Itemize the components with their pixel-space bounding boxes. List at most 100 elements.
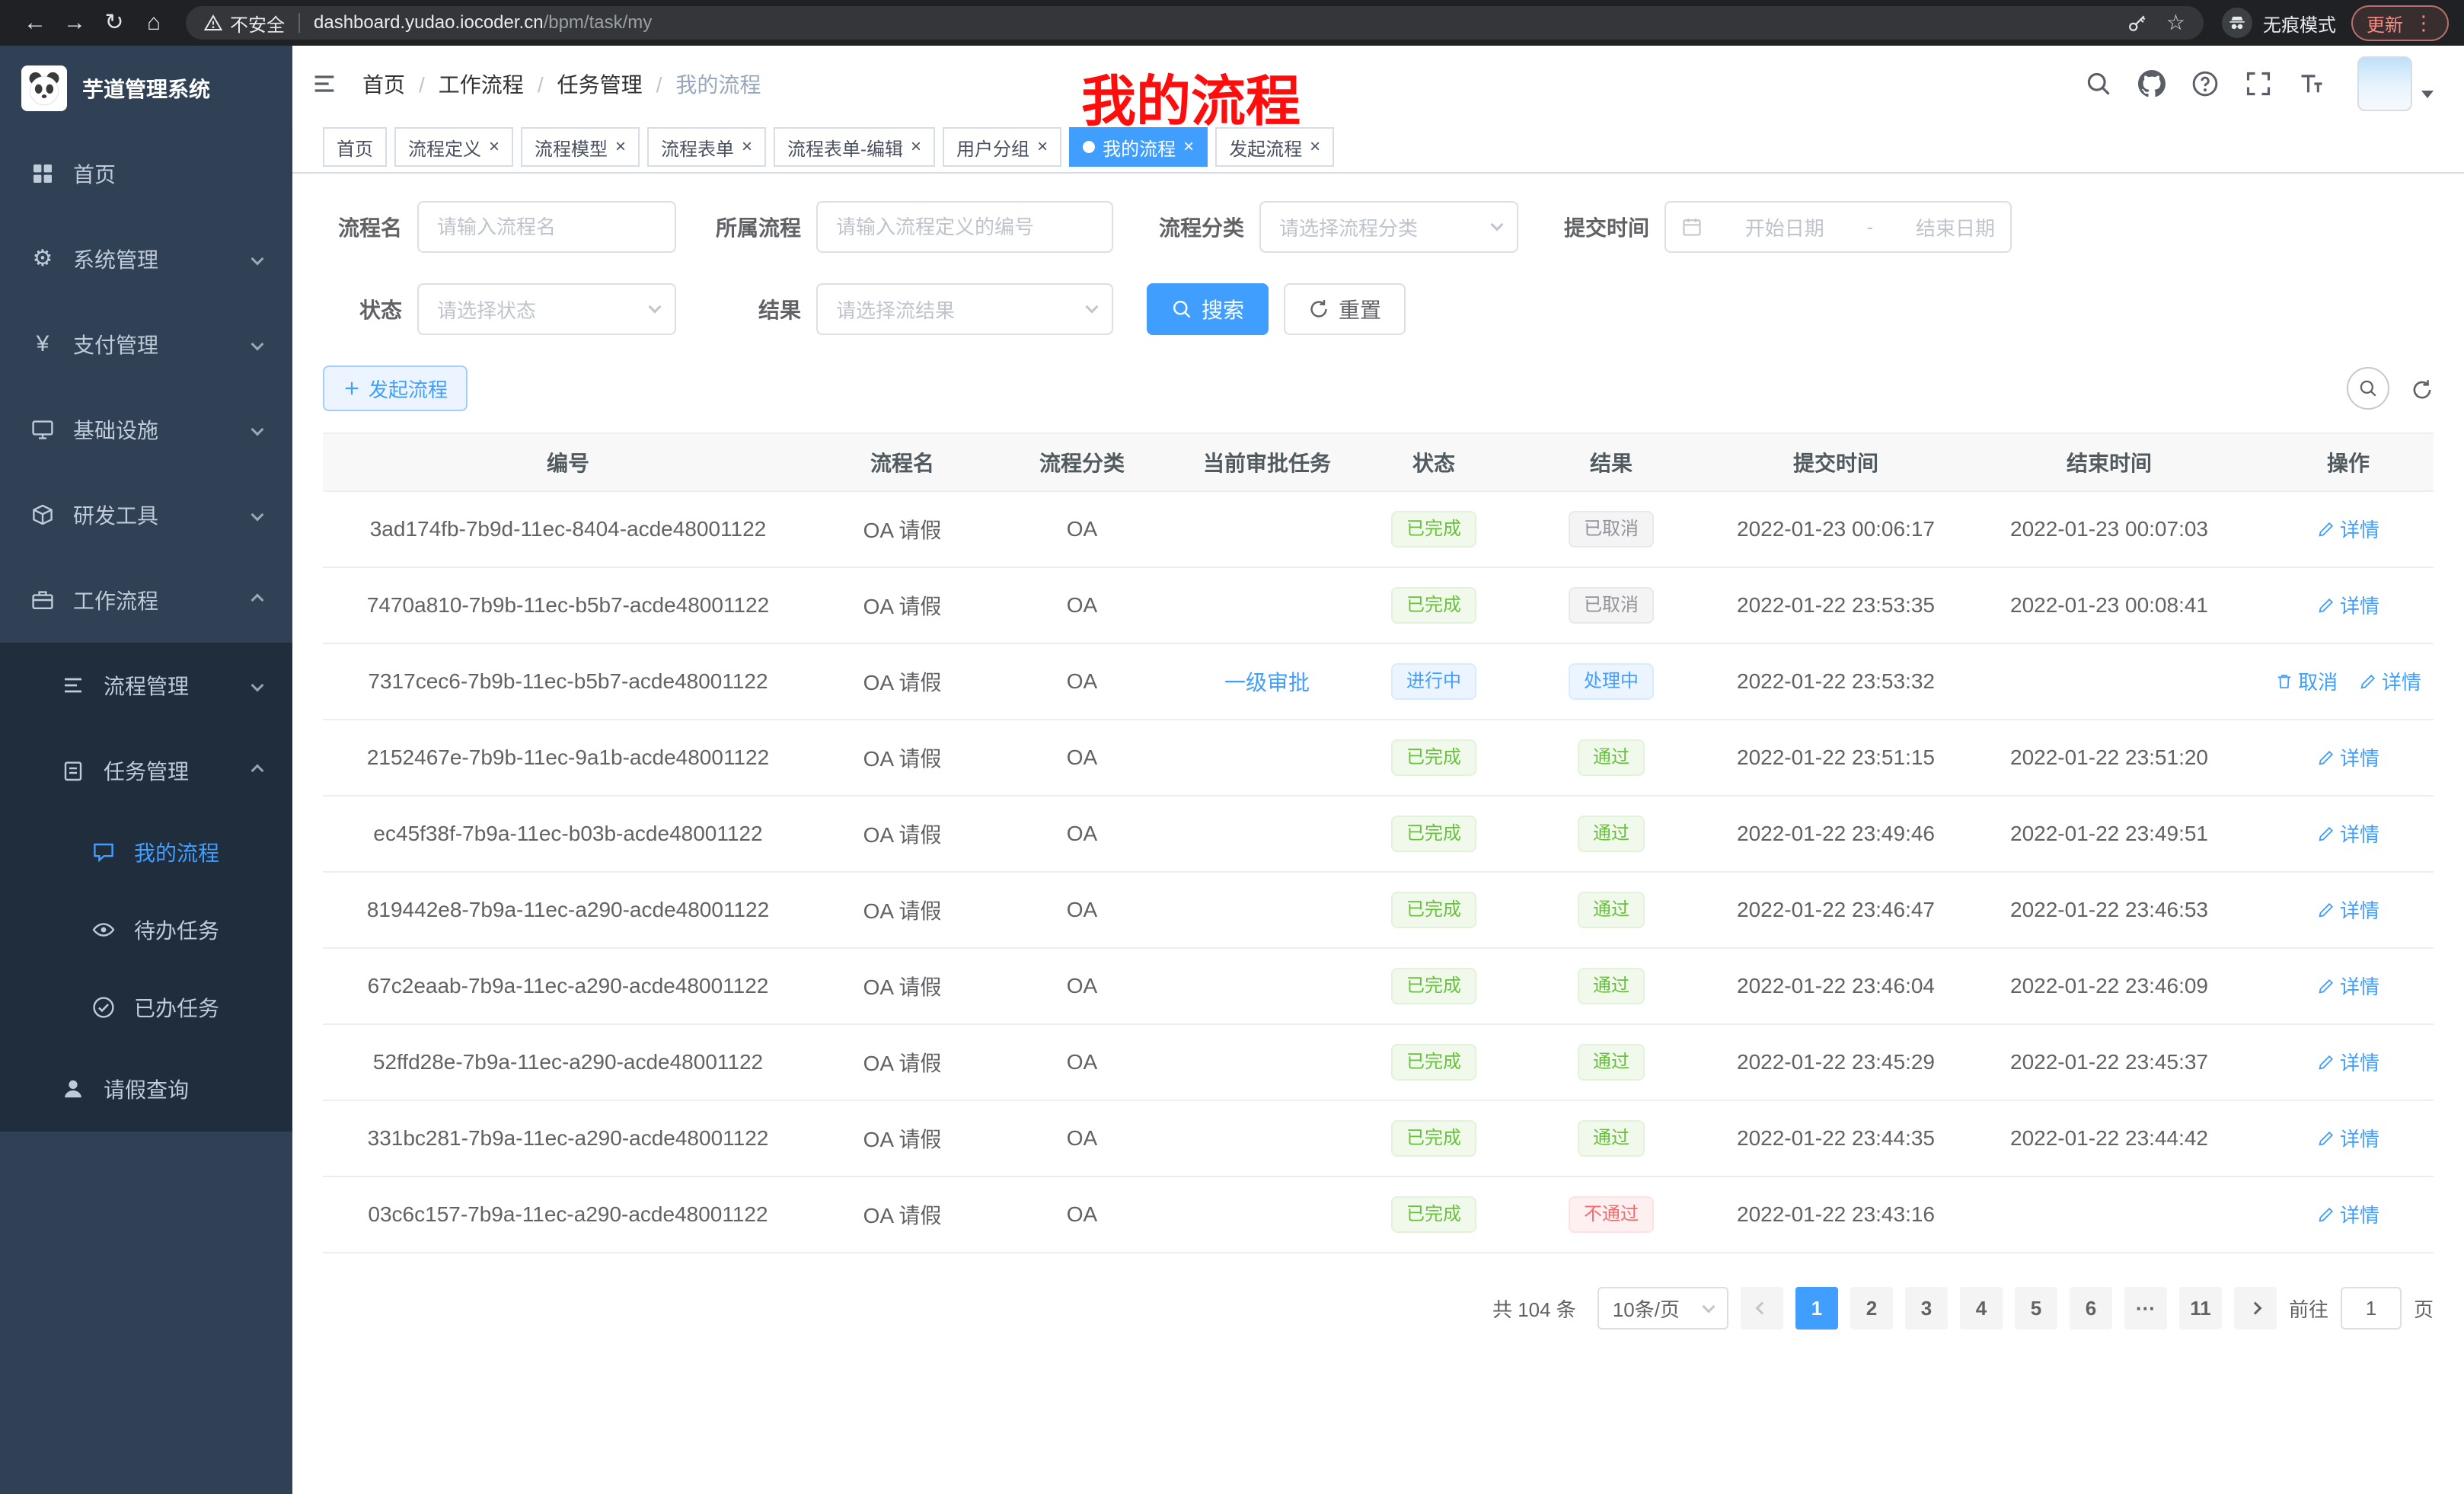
reset-button[interactable]: 重置 xyxy=(1284,283,1406,335)
detail-link[interactable]: 详情 xyxy=(2317,743,2379,771)
toggle-search-button[interactable] xyxy=(2347,367,2389,410)
chevron-down-icon xyxy=(251,423,264,436)
browser-forward-button[interactable]: → xyxy=(55,0,94,46)
refresh-icon xyxy=(2411,378,2434,401)
tab-home[interactable]: 首页 xyxy=(323,127,387,167)
more-pages-button[interactable]: ··· xyxy=(2124,1287,2167,1330)
tab-process-model[interactable]: 流程模型 xyxy=(521,127,640,167)
browser-menu-icon[interactable]: ⋮ xyxy=(2414,11,2434,35)
next-page-button[interactable] xyxy=(2234,1287,2277,1330)
breadcrumb-home[interactable]: 首页 xyxy=(362,69,439,99)
current-task-link[interactable]: 一级审批 xyxy=(1224,671,1310,694)
detail-link[interactable]: 详情 xyxy=(2317,819,2379,848)
search-icon[interactable] xyxy=(2085,70,2112,97)
trash-icon xyxy=(2275,672,2293,691)
address-bar[interactable]: 不安全 dashboard.yudao.iocoder.cn /bpm/task… xyxy=(186,6,2204,40)
cell-name: OA 请假 xyxy=(813,948,991,1024)
start-process-button[interactable]: 发起流程 xyxy=(323,366,468,411)
sidebar-item-workflow[interactable]: 工作流程 xyxy=(0,557,292,643)
goto-page-input[interactable] xyxy=(2341,1287,2402,1330)
detail-link[interactable]: 详情 xyxy=(2317,895,2379,924)
sidebar-item-dev-tools[interactable]: 研发工具 xyxy=(0,472,292,557)
table-row: 03c6c157-7b9a-11ec-a290-acde48001122 OA … xyxy=(323,1176,2434,1253)
close-icon[interactable] xyxy=(489,136,500,158)
chevron-down-icon xyxy=(1086,301,1099,314)
help-icon[interactable] xyxy=(2191,70,2219,97)
tab-process-form[interactable]: 流程表单 xyxy=(647,127,766,167)
refresh-table-button[interactable] xyxy=(2411,375,2434,403)
sidebar-item-home[interactable]: 首页 xyxy=(0,131,292,216)
submit-time-range-picker[interactable]: 开始日期 - 结束日期 xyxy=(1664,201,2012,253)
sidebar-item-task-management[interactable]: 任务管理 xyxy=(0,728,292,813)
tab-user-group[interactable]: 用户分组 xyxy=(943,127,1061,167)
search-button[interactable]: 搜索 xyxy=(1147,283,1269,335)
breadcrumb: 首页 工作流程 任务管理 我的流程 xyxy=(362,69,761,99)
close-icon[interactable] xyxy=(1310,136,1320,158)
github-icon[interactable] xyxy=(2138,70,2166,97)
detail-link[interactable]: 详情 xyxy=(2317,1048,2379,1076)
app-logo[interactable]: 芋道管理系统 xyxy=(0,46,292,131)
process-name-input[interactable] xyxy=(417,201,676,253)
page-size-select[interactable]: 10条/页 xyxy=(1597,1287,1728,1330)
category-select[interactable]: 请选择流程分类 xyxy=(1259,201,1518,253)
tab-process-definition[interactable]: 流程定义 xyxy=(394,127,513,167)
chevron-up-icon xyxy=(251,765,264,777)
browser-back-button[interactable]: ← xyxy=(15,0,55,46)
page-button-1[interactable]: 1 xyxy=(1795,1287,1838,1330)
sidebar-item-infrastructure[interactable]: 基础设施 xyxy=(0,387,292,472)
user-icon xyxy=(61,1077,85,1101)
close-icon[interactable] xyxy=(1183,136,1194,158)
password-key-icon[interactable] xyxy=(2127,12,2148,34)
chrome-update-button[interactable]: 更新 ⋮ xyxy=(2351,5,2449,41)
detail-link[interactable]: 详情 xyxy=(2317,1124,2379,1152)
cell-id: 331bc281-7b9a-11ec-a290-acde48001122 xyxy=(323,1100,813,1176)
cell-id: 2152467e-7b9b-11ec-9a1b-acde48001122 xyxy=(323,720,813,796)
clipboard-icon xyxy=(61,758,85,783)
sidebar-item-leave-query[interactable]: 请假查询 xyxy=(0,1046,292,1132)
menu-label: 我的流程 xyxy=(134,837,219,867)
col-id: 编号 xyxy=(323,433,813,491)
col-result: 结果 xyxy=(1506,433,1716,491)
total-count: 共 104 条 xyxy=(1492,1294,1576,1323)
page-button-3[interactable]: 3 xyxy=(1905,1287,1948,1330)
sidebar-item-todo-tasks[interactable]: 待办任务 xyxy=(0,891,292,969)
tab-process-form-edit[interactable]: 流程表单-编辑 xyxy=(774,127,935,167)
user-menu[interactable] xyxy=(2357,56,2434,111)
menu-label: 首页 xyxy=(73,158,116,189)
col-actions: 操作 xyxy=(2263,433,2434,491)
cancel-link[interactable]: 取消 xyxy=(2275,667,2338,695)
browser-reload-button[interactable]: ↻ xyxy=(94,0,134,46)
page-button-2[interactable]: 2 xyxy=(1850,1287,1893,1330)
cell-category: OA xyxy=(991,720,1173,796)
cell-name: OA 请假 xyxy=(813,643,991,720)
result-select[interactable]: 请选择流结果 xyxy=(816,283,1113,335)
sidebar-item-my-process[interactable]: 我的流程 xyxy=(0,813,292,891)
page-button-5[interactable]: 5 xyxy=(2015,1287,2057,1330)
page-button-11[interactable]: 11 xyxy=(2179,1287,2222,1330)
fullscreen-icon[interactable] xyxy=(2245,70,2272,97)
col-name: 流程名 xyxy=(813,433,991,491)
sidebar-item-system-management[interactable]: ⚙ 系统管理 xyxy=(0,216,292,302)
status-select[interactable]: 请选择状态 xyxy=(417,283,676,335)
close-icon[interactable] xyxy=(1037,136,1048,158)
sidebar-toggle-button[interactable] xyxy=(311,70,338,97)
detail-link[interactable]: 详情 xyxy=(2317,972,2379,1000)
bookmark-star-icon[interactable]: ☆ xyxy=(2166,12,2185,34)
owner-process-input[interactable] xyxy=(816,201,1113,253)
sidebar-item-process-management[interactable]: 流程管理 xyxy=(0,643,292,728)
page-button-4[interactable]: 4 xyxy=(1960,1287,2003,1330)
browser-home-button[interactable]: ⌂ xyxy=(134,0,174,46)
detail-link[interactable]: 详情 xyxy=(2317,591,2379,619)
font-size-icon[interactable] xyxy=(2298,70,2325,97)
table-row: ec45f38f-7b9a-11ec-b03b-acde48001122 OA … xyxy=(323,796,2434,872)
prev-page-button[interactable] xyxy=(1741,1287,1783,1330)
sidebar-item-done-tasks[interactable]: 已办任务 xyxy=(0,969,292,1046)
close-icon[interactable] xyxy=(615,136,626,158)
detail-link[interactable]: 详情 xyxy=(2317,515,2379,543)
detail-link[interactable]: 详情 xyxy=(2317,1200,2379,1228)
close-icon[interactable] xyxy=(911,136,921,158)
close-icon[interactable] xyxy=(742,136,752,158)
page-button-6[interactable]: 6 xyxy=(2070,1287,2112,1330)
sidebar-item-payment-management[interactable]: ¥ 支付管理 xyxy=(0,302,292,387)
detail-link[interactable]: 详情 xyxy=(2359,667,2421,695)
